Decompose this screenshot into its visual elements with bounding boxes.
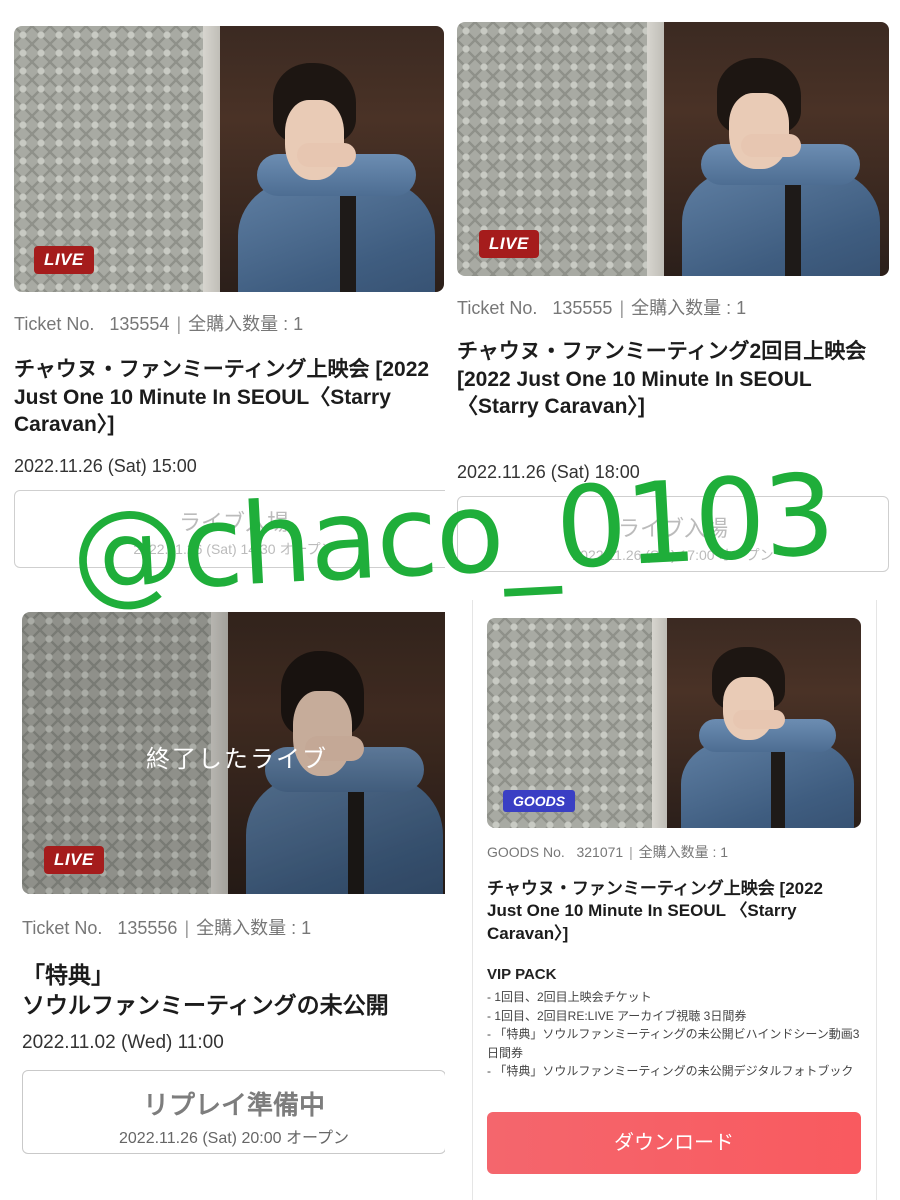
event-datetime: 2022.11.26 (Sat) 15:00: [14, 456, 197, 476]
ended-live-thumbnail[interactable]: 終了したライブ LIVE: [22, 612, 445, 894]
quantity-label: 全購入数量 : 1: [196, 918, 312, 938]
vip-pack-list: - 1回目、2回目上映会チケット - 1回目、2回目RE:LIVE アーカイブ視…: [487, 988, 865, 1081]
goods-badge: GOODS: [503, 790, 576, 812]
ticket-number: 135556: [117, 918, 178, 938]
quantity-label: 全購入数量 : 1: [631, 298, 747, 318]
ticket-meta: Ticket No. 135556 | 全購入数量 : 1: [22, 918, 312, 938]
event-title: チャウヌ・ファンミーティング2回目上映会 [2022 Just One 10 M…: [457, 340, 867, 419]
replay-label: リプレイ準備中: [142, 1090, 325, 1120]
replay-button[interactable]: リプレイ準備中 2022.11.26 (Sat) 20:00 オープン: [22, 1070, 445, 1154]
event-title: 「特典」 ソウルファンミーティングの未公開: [22, 960, 442, 1021]
ticket-label: Ticket No.: [22, 918, 103, 938]
replay-open-time: 2022.11.26 (Sat) 20:00 オープン: [119, 1130, 349, 1147]
event-datetime: 2022.11.02 (Wed) 11:00: [22, 1032, 224, 1053]
live-thumbnail[interactable]: LIVE: [457, 22, 889, 276]
ticket-meta: Ticket No. 135554 | 全購入数量 : 1: [14, 314, 304, 334]
vip-pack-heading: VIP PACK: [487, 966, 557, 983]
goods-number: 321071: [576, 844, 624, 860]
download-button[interactable]: ダウンロード: [487, 1112, 861, 1174]
ticket-number: 135554: [109, 314, 170, 334]
goods-thumbnail[interactable]: GOODS: [487, 618, 861, 828]
goods-card-321071: GOODS GOODS No. 321071 | 全購入数量 : 1 チャウヌ・…: [472, 600, 877, 1200]
ticket-label: Ticket No.: [14, 314, 95, 334]
ticket-number: 135555: [552, 298, 613, 318]
ticket-label: Ticket No.: [457, 298, 538, 318]
event-title: チャウヌ・ファンミーティング上映会 [2022 Just One 10 Minu…: [14, 358, 430, 437]
live-badge: LIVE: [479, 230, 539, 258]
event-title-line2: ソウルファンミーティングの未公開: [22, 992, 389, 1019]
live-badge: LIVE: [34, 246, 94, 274]
ticket-meta: Ticket No. 135555 | 全購入数量 : 1: [457, 298, 747, 318]
event-title-line1: 「特典」: [22, 962, 114, 988]
quantity-label: 全購入数量 : 1: [638, 844, 729, 860]
ticket-card-135556: 終了したライブ LIVE Ticket No. 135556 | 全購入数量 :…: [0, 592, 445, 1200]
vip-item: - 1回目、2回目上映会チケット: [487, 990, 652, 1004]
goods-title: チャウヌ・ファンミーティング上映会 [2022 Just One 10 Minu…: [487, 879, 824, 943]
quantity-label: 全購入数量 : 1: [188, 314, 304, 334]
vip-item: - 「特典」ソウルファンミーティングの未公開デジタルフォトブック: [487, 1064, 854, 1079]
live-thumbnail[interactable]: LIVE: [14, 26, 444, 292]
ended-live-text: 終了したライブ: [146, 745, 328, 773]
vip-item: - 1回目、2回目RE:LIVE アーカイブ視聴 3日間券: [487, 1008, 747, 1023]
vip-item: - 「特典」ソウルファンミーティングの未公開ビハインドシーン動画3日間券: [487, 1027, 860, 1060]
goods-label: GOODS No.: [487, 844, 565, 860]
live-badge: LIVE: [44, 846, 104, 874]
goods-meta: GOODS No. 321071 | 全購入数量 : 1: [487, 844, 729, 860]
